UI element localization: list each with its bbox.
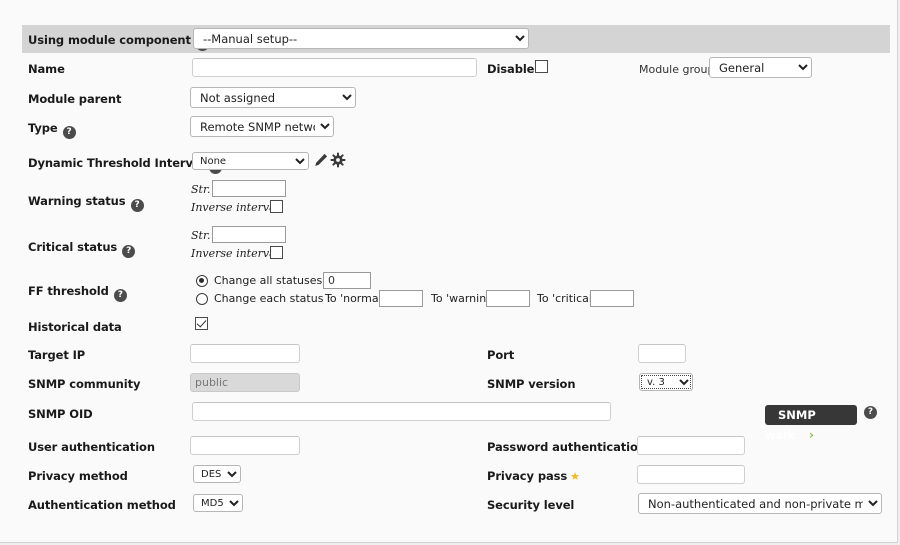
row-module-parent: Module parent Not assigned	[0, 86, 898, 114]
row-historical-data: Historical data	[0, 316, 898, 344]
target-ip-input[interactable]	[190, 344, 300, 363]
using-module-component-select[interactable]: --Manual setup--	[193, 28, 529, 49]
module-group-select[interactable]: General	[709, 57, 812, 78]
password-authentication-input[interactable]	[637, 436, 745, 455]
port-input[interactable]	[638, 344, 686, 363]
snmp-community-label: SNMP community	[28, 377, 141, 391]
warning-inverse-interval-checkbox[interactable]	[270, 200, 283, 213]
privacy-method-label: Privacy method	[28, 469, 128, 483]
row-dynamic-threshold-interval: Dynamic Threshold Interval? None	[0, 150, 898, 178]
warning-status-label: Warning status?	[28, 194, 144, 212]
row-using-module-component: Using module component? --Manual setup--	[22, 25, 890, 53]
row-name: Name Disabled Module group General	[0, 57, 898, 85]
pencil-icon[interactable]	[313, 152, 329, 172]
help-icon[interactable]: ?	[122, 245, 136, 258]
gear-icon[interactable]	[330, 152, 346, 172]
help-icon[interactable]: ?	[864, 406, 877, 419]
port-label: Port	[487, 348, 515, 362]
row-warning-status: Warning status? Str. Inverse interval	[0, 180, 898, 216]
critical-inverse-interval-checkbox[interactable]	[270, 246, 283, 259]
target-ip-label: Target IP	[28, 348, 86, 362]
snmp-walk-button[interactable]: SNMP walk ›	[765, 405, 857, 442]
help-icon[interactable]: ?	[62, 126, 76, 139]
snmp-oid-label: SNMP OID	[28, 407, 93, 421]
warning-str-input[interactable]	[212, 180, 286, 197]
type-label: Type?	[28, 121, 76, 139]
historical-data-checkbox[interactable]	[195, 317, 208, 330]
ff-change-all-radio[interactable]	[196, 275, 208, 287]
snmp-version-select[interactable]: v. 3	[639, 373, 693, 391]
warning-str-label: Str.	[191, 183, 211, 196]
name-label: Name	[28, 62, 65, 76]
ff-to-warning-input[interactable]	[486, 290, 530, 307]
type-select[interactable]: Remote SNMP network	[190, 116, 334, 137]
ff-to-critical-input[interactable]	[590, 290, 634, 307]
row-type: Type? Remote SNMP network	[0, 115, 898, 143]
ff-change-all-label: Change all statuses :	[214, 274, 330, 287]
authentication-method-label: Authentication method	[28, 498, 176, 512]
help-icon[interactable]: ?	[113, 289, 127, 302]
ff-to-normal-input[interactable]	[379, 290, 423, 307]
module-group-label: Module group	[639, 63, 715, 76]
help-icon[interactable]: ?	[130, 199, 144, 212]
dynamic-threshold-interval-select[interactable]: None	[192, 152, 309, 170]
security-level-select[interactable]: Non-authenticated and non-private method	[638, 493, 882, 514]
ff-change-each-radio[interactable]	[196, 293, 208, 305]
module-edit-form-page: Using module component? --Manual setup--…	[0, 0, 898, 543]
ff-threshold-label: FF threshold?	[28, 284, 127, 302]
row-critical-status: Critical status? Str. Inverse interval	[0, 226, 898, 262]
privacy-method-select[interactable]: DES	[193, 465, 241, 483]
row-target-ip: Target IP Port	[0, 344, 898, 372]
ff-to-critical-label: To 'critical'	[537, 292, 595, 305]
ff-change-each-label: Change each status :	[214, 292, 331, 305]
required-star-icon: ★	[570, 470, 580, 483]
row-authentication-method: Authentication method MD5 Security level…	[0, 493, 898, 521]
disabled-checkbox[interactable]	[535, 60, 548, 73]
password-authentication-label: Password authentication★	[487, 440, 659, 454]
module-parent-select[interactable]: Not assigned	[190, 87, 356, 108]
user-authentication-input[interactable]	[190, 436, 300, 455]
privacy-pass-input[interactable]	[637, 465, 745, 484]
historical-data-label: Historical data	[28, 320, 122, 334]
row-snmp-oid: SNMP OID SNMP walk › ?	[0, 402, 898, 442]
ff-to-normal-label: To 'normal'	[325, 292, 385, 305]
name-input[interactable]	[192, 58, 477, 77]
snmp-version-label: SNMP version	[487, 377, 576, 391]
snmp-oid-input[interactable]	[192, 402, 611, 421]
critical-str-input[interactable]	[212, 226, 286, 243]
row-privacy-method: Privacy method DES Privacy pass ★	[0, 464, 898, 492]
row-user-authentication: User authentication Password authenticat…	[0, 436, 898, 464]
user-authentication-label: User authentication	[28, 440, 155, 454]
snmp-community-input	[190, 373, 300, 392]
using-module-component-label: Using module component?	[28, 33, 209, 51]
warning-inverse-interval-label: Inverse interval	[191, 201, 280, 214]
critical-str-label: Str.	[191, 229, 211, 242]
row-ff-threshold: FF threshold? Change all statuses : Chan…	[0, 272, 898, 308]
ff-change-all-input[interactable]	[323, 272, 371, 289]
privacy-pass-label: Privacy pass ★	[487, 469, 580, 483]
security-level-label: Security level	[487, 498, 575, 512]
critical-status-label: Critical status?	[28, 240, 136, 258]
critical-inverse-interval-label: Inverse interval	[191, 247, 280, 260]
module-parent-label: Module parent	[28, 92, 122, 106]
row-snmp-community: SNMP community SNMP version v. 3	[0, 373, 898, 401]
authentication-method-select[interactable]: MD5	[193, 494, 243, 512]
